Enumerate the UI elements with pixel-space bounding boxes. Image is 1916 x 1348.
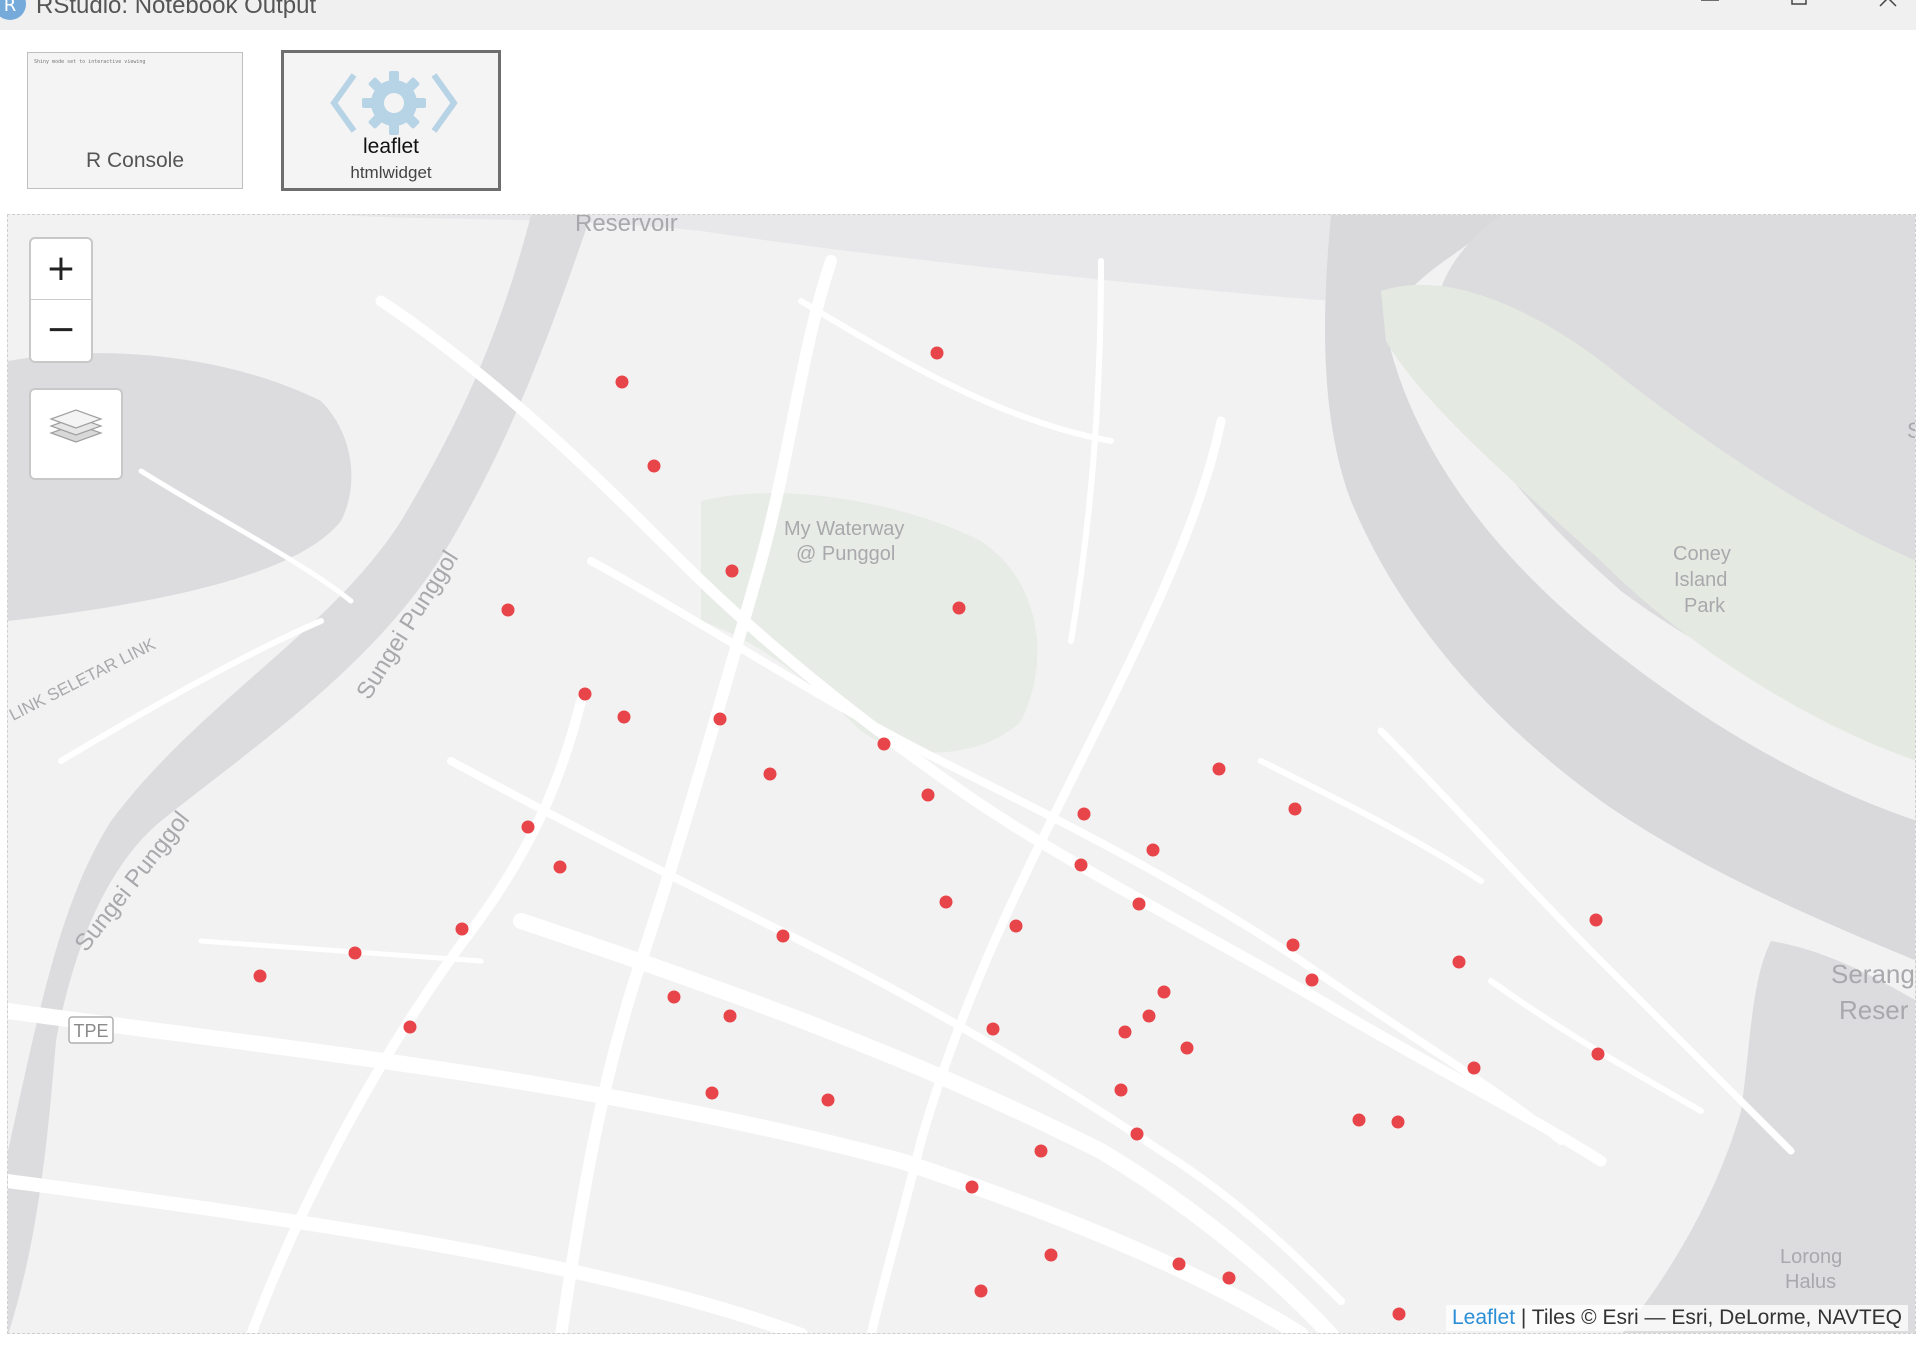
map-marker[interactable]	[1212, 762, 1226, 776]
map-marker[interactable]	[521, 820, 535, 834]
map-marker[interactable]	[821, 1093, 835, 1107]
r-console-tile[interactable]: Shiny mode set to interactive viewing R …	[27, 52, 243, 189]
leaflet-map[interactable]: Reservoir My Waterway @ Punggol Coney Is…	[7, 214, 1916, 1334]
map-marker[interactable]	[723, 1009, 737, 1023]
map-marker[interactable]	[1034, 1144, 1048, 1158]
leaflet-attribution-link[interactable]: Leaflet	[1452, 1306, 1515, 1329]
map-marker[interactable]	[455, 922, 469, 936]
map-marker[interactable]	[1467, 1061, 1481, 1075]
label-lorong-1: Lorong	[1780, 1246, 1842, 1268]
map-marker[interactable]	[1172, 1257, 1186, 1271]
leaflet-tile-sublabel: htmlwidget	[350, 163, 432, 182]
map-marker[interactable]	[578, 687, 592, 701]
gear-code-icon	[330, 71, 458, 135]
map-marker[interactable]	[1009, 919, 1023, 933]
map-marker[interactable]	[705, 1086, 719, 1100]
map-marker[interactable]	[403, 1020, 417, 1034]
map-marker[interactable]	[1286, 938, 1300, 952]
map-marker[interactable]	[617, 710, 631, 724]
label-waterway-1: My Waterway	[784, 518, 904, 540]
map-marker[interactable]	[1589, 913, 1603, 927]
map-marker[interactable]	[939, 895, 953, 909]
zoom-in-button[interactable]: +	[31, 239, 91, 300]
label-coney-2: Island	[1674, 569, 1727, 591]
map-canvas[interactable]: Reservoir My Waterway @ Punggol Coney Is…	[8, 215, 1916, 1334]
map-marker[interactable]	[776, 929, 790, 943]
map-marker[interactable]	[1044, 1248, 1058, 1262]
label-serangoon-1: Serang	[1831, 959, 1915, 989]
map-marker[interactable]	[986, 1022, 1000, 1036]
map-marker[interactable]	[1591, 1047, 1605, 1061]
map-marker[interactable]	[667, 990, 681, 1004]
map-marker[interactable]	[952, 601, 966, 615]
leaflet-htmlwidget-tile[interactable]: leaflet htmlwidget	[281, 50, 501, 191]
label-coney-1: Coney	[1673, 543, 1731, 565]
map-marker[interactable]	[877, 737, 891, 751]
map-marker[interactable]	[1074, 858, 1088, 872]
map-marker[interactable]	[713, 712, 727, 726]
map-marker[interactable]	[253, 969, 267, 983]
map-marker[interactable]	[930, 346, 944, 360]
label-coney-3: Park	[1684, 595, 1726, 617]
label-edge-s: S	[1907, 418, 1916, 443]
map-marker[interactable]	[974, 1284, 988, 1298]
label-reservoir-top: Reservoir	[575, 215, 678, 237]
map-marker[interactable]	[1142, 1009, 1156, 1023]
map-marker[interactable]	[1114, 1083, 1128, 1097]
map-marker[interactable]	[553, 860, 567, 874]
layers-control[interactable]	[29, 388, 123, 480]
map-marker[interactable]	[1146, 843, 1160, 857]
label-serangoon-2: Reser	[1839, 995, 1909, 1025]
map-marker[interactable]	[763, 767, 777, 781]
label-lorong-2: Halus	[1785, 1271, 1836, 1293]
r-console-tile-label: R Console	[85, 149, 185, 172]
rstudio-app-icon: R	[0, 0, 26, 20]
tiles-attribution-text: | Tiles © Esri — Esri, DeLorme, NAVTEQ	[1515, 1306, 1902, 1329]
maximize-icon[interactable]	[1784, 0, 1814, 18]
map-attribution: Leaflet | Tiles © Esri — Esri, DeLorme, …	[1445, 1305, 1908, 1331]
close-icon[interactable]	[1874, 0, 1904, 18]
zoom-out-button[interactable]: −	[31, 300, 91, 360]
map-marker[interactable]	[1180, 1041, 1194, 1055]
window-title: RStudio: Notebook Output	[36, 0, 317, 19]
map-marker[interactable]	[1077, 807, 1091, 821]
map-marker[interactable]	[1391, 1115, 1405, 1129]
window-titlebar: R RStudio: Notebook Output	[0, 0, 1916, 30]
map-marker[interactable]	[1118, 1025, 1132, 1039]
map-marker[interactable]	[1352, 1113, 1366, 1127]
map-marker[interactable]	[1132, 897, 1146, 911]
map-marker[interactable]	[647, 459, 661, 473]
label-waterway-2: @ Punggol	[796, 543, 895, 565]
map-marker[interactable]	[965, 1180, 979, 1194]
map-marker[interactable]	[1130, 1127, 1144, 1141]
r-console-preview-text: Shiny mode set to interactive viewing	[34, 59, 146, 65]
zoom-control: + −	[29, 237, 93, 363]
map-marker[interactable]	[725, 564, 739, 578]
map-marker[interactable]	[615, 375, 629, 389]
output-tiles-bar: Shiny mode set to interactive viewing R …	[0, 30, 1916, 210]
map-marker[interactable]	[921, 788, 935, 802]
map-marker[interactable]	[348, 946, 362, 960]
tpe-label: TPE	[73, 1021, 108, 1041]
map-marker[interactable]	[501, 603, 515, 617]
minimize-icon[interactable]	[1695, 0, 1725, 18]
layers-icon	[49, 409, 103, 443]
map-marker[interactable]	[1392, 1307, 1406, 1321]
leaflet-tile-label: leaflet	[362, 135, 420, 158]
map-marker[interactable]	[1452, 955, 1466, 969]
map-marker[interactable]	[1288, 802, 1302, 816]
map-marker[interactable]	[1305, 973, 1319, 987]
map-marker[interactable]	[1157, 985, 1171, 999]
tpe-shield: TPE	[68, 1016, 114, 1044]
map-marker[interactable]	[1222, 1271, 1236, 1285]
